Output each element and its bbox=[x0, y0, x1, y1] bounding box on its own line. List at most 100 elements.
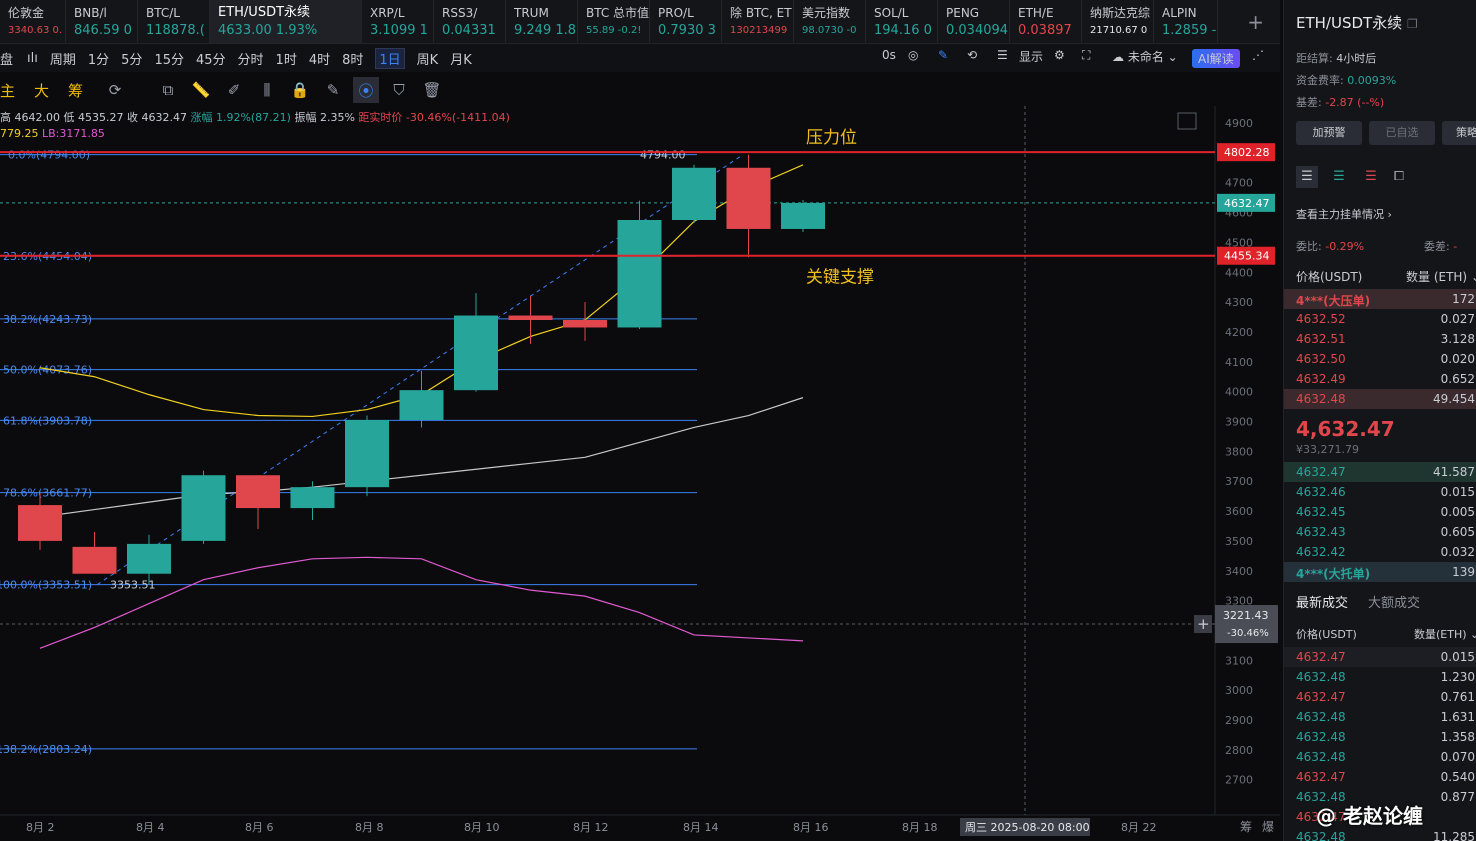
interval-6[interactable]: 45分 bbox=[196, 49, 226, 68]
bid-row[interactable]: 4632.46 0.015 bbox=[1284, 482, 1476, 502]
filter-icon[interactable]: ⛉ bbox=[386, 77, 412, 103]
pen-icon[interactable]: ✎ bbox=[938, 48, 948, 62]
candle-body[interactable] bbox=[726, 167, 771, 229]
ask-row[interactable]: 4632.51 3.128 bbox=[1284, 329, 1476, 349]
copy-icon[interactable]: ❐ bbox=[1407, 17, 1418, 31]
interval-12[interactable]: 周K bbox=[417, 49, 439, 68]
bid-price: 4632.46 bbox=[1296, 485, 1346, 499]
interval-11[interactable]: 1日 bbox=[375, 47, 405, 69]
candle-body[interactable] bbox=[399, 390, 444, 421]
candle-body[interactable] bbox=[508, 315, 553, 321]
ticker-tab[interactable]: ETH/E 0.03897 bbox=[1010, 0, 1082, 43]
ask-row[interactable]: 4632.49 0.652 bbox=[1284, 369, 1476, 389]
ruler-icon[interactable]: 📏 bbox=[188, 77, 214, 103]
copy-icon[interactable]: ⧉ bbox=[155, 77, 181, 103]
candle-tool-icon[interactable]: ⫼ bbox=[254, 77, 280, 103]
bid-row[interactable]: 4632.42 0.032 bbox=[1284, 542, 1476, 562]
share-icon[interactable]: ⋰ bbox=[1252, 48, 1264, 62]
undo-icon[interactable]: ⟲ bbox=[967, 48, 977, 62]
price-chart[interactable]: 4900480047004600450044004300420041004000… bbox=[0, 106, 1280, 841]
lock-icon[interactable]: 🔒 bbox=[287, 77, 313, 103]
bid-row[interactable]: 4632.43 0.605 bbox=[1284, 522, 1476, 542]
ticker-tab[interactable]: TRUM 9.249 1.8 bbox=[506, 0, 578, 43]
candle-body[interactable] bbox=[127, 543, 171, 574]
big-indicator-toggle[interactable]: 大 bbox=[34, 80, 62, 101]
camera-icon[interactable]: ◎ bbox=[908, 48, 918, 62]
add-ticker-icon[interactable]: + bbox=[1247, 10, 1264, 34]
ask-row[interactable]: 4***(大压单) 172 bbox=[1284, 289, 1476, 309]
candle-body[interactable] bbox=[781, 202, 825, 229]
orderbook-bids-icon[interactable]: ☰ bbox=[1328, 166, 1350, 188]
ticker-tab[interactable]: PENG 0.034094 bbox=[938, 0, 1010, 43]
brush-icon[interactable]: ✐ bbox=[221, 77, 247, 103]
bid-row[interactable]: 4632.45 0.005 bbox=[1284, 502, 1476, 522]
interval-3[interactable]: 1分 bbox=[88, 49, 109, 68]
crosshair-plus-icon[interactable]: + bbox=[1197, 615, 1210, 633]
bid-row[interactable]: 4632.47 41.587 bbox=[1284, 462, 1476, 482]
interval-8[interactable]: 1时 bbox=[276, 49, 297, 68]
interval-9[interactable]: 4时 bbox=[309, 49, 330, 68]
candle-body[interactable] bbox=[454, 315, 498, 391]
ticker-tab[interactable]: RSS3/0.04331 bbox=[434, 0, 506, 43]
trade-qty-header[interactable]: 数量(ETH) ⌄ bbox=[1414, 626, 1476, 642]
interval-10[interactable]: 8时 bbox=[342, 49, 363, 68]
ticker-tab[interactable]: 纳斯达克综 21710.67 0 bbox=[1082, 0, 1154, 43]
candlestick-chart-svg[interactable]: 4900480047004600450044004300420041004000… bbox=[0, 106, 1280, 841]
ticker-tab[interactable]: XRP/L 3.1099 1 bbox=[362, 0, 434, 43]
chip-indicator-toggle[interactable]: 筹 bbox=[68, 80, 96, 101]
replay-icon[interactable]: ⟳ bbox=[102, 77, 128, 103]
candle-body[interactable] bbox=[345, 420, 389, 488]
orderbook-asks-icon[interactable]: ☰ bbox=[1360, 166, 1382, 188]
ticker-tab[interactable]: BTC 总市值 55.89 -0.2! bbox=[578, 0, 650, 43]
interval-2[interactable]: 周期 bbox=[50, 49, 76, 68]
candle-body[interactable] bbox=[72, 546, 117, 574]
interval-7[interactable]: 分时 bbox=[238, 49, 264, 68]
ticker-tab[interactable]: PRO/L 0.7930 3 bbox=[650, 0, 722, 43]
candle-body[interactable] bbox=[563, 320, 607, 328]
fullscreen-icon[interactable]: ⛶ bbox=[1082, 48, 1090, 63]
cloud-layout-button[interactable]: ☁ 未命名 ⌄ bbox=[1112, 48, 1178, 65]
interval-5[interactable]: 15分 bbox=[154, 49, 184, 68]
depth-link[interactable]: 查看主力挂单情况 › bbox=[1296, 206, 1392, 222]
ask-row[interactable]: 4632.50 0.020 bbox=[1284, 349, 1476, 369]
ask-row[interactable]: 4632.52 0.027 bbox=[1284, 309, 1476, 329]
ticker-tab[interactable]: BNB/l 846.59 0 bbox=[66, 0, 138, 43]
high-value: 高 4642.00 bbox=[0, 111, 60, 124]
bid-row[interactable]: 4***(大托单) 139 bbox=[1284, 562, 1476, 582]
ticker-tab[interactable]: 美元指数 98.0730 -0 bbox=[794, 0, 866, 43]
candle-body[interactable] bbox=[617, 220, 662, 328]
ticker-tab[interactable]: BTC/L 118878.( bbox=[138, 0, 210, 43]
interval-4[interactable]: 5分 bbox=[121, 49, 142, 68]
add-alert-button[interactable]: 加预警 bbox=[1296, 121, 1362, 145]
display-button[interactable]: 显示 bbox=[1019, 48, 1043, 65]
candle-body[interactable] bbox=[236, 475, 280, 509]
orderbook-both-icon[interactable]: ☰ bbox=[1296, 166, 1318, 188]
main-indicator-toggle[interactable]: 主 bbox=[0, 80, 28, 101]
tab-latest-trades[interactable]: 最新成交 bbox=[1296, 592, 1348, 611]
orderbook-popout-icon[interactable]: ⧠ bbox=[1388, 166, 1410, 188]
ob-qty-header[interactable]: 数量 (ETH) ⌄ bbox=[1406, 268, 1476, 285]
list-icon[interactable]: ☰ bbox=[997, 48, 1008, 62]
watchlist-button[interactable]: 已自选 bbox=[1369, 121, 1435, 145]
interval-0[interactable]: 盘 bbox=[0, 49, 13, 68]
chart-layout-icon[interactable] bbox=[1177, 112, 1197, 130]
edit-icon[interactable]: ✎ bbox=[320, 77, 346, 103]
interval-1[interactable]: ılı bbox=[27, 51, 38, 66]
candle-body[interactable] bbox=[672, 167, 716, 221]
ticker-tab[interactable]: ETH/USDT永续 4633.00 1.93% bbox=[210, 0, 362, 43]
ai-interpret-button[interactable]: AI解读 bbox=[1192, 49, 1240, 68]
strategy-button[interactable]: 策略 bbox=[1442, 121, 1476, 145]
candle-body[interactable] bbox=[181, 475, 226, 541]
candle-body[interactable] bbox=[290, 487, 335, 509]
candle-body[interactable] bbox=[18, 505, 62, 541]
magnet-icon[interactable]: ⦿ bbox=[353, 77, 379, 103]
ticker-tab[interactable]: 除 BTC, ET 130213499 bbox=[722, 0, 794, 43]
settings-icon[interactable]: ⚙ bbox=[1054, 48, 1065, 62]
ticker-tab[interactable]: 伦敦金 3340.63 0. bbox=[0, 0, 66, 43]
ticker-tab[interactable]: SOL/L 194.16 0 bbox=[866, 0, 938, 43]
trash-icon[interactable]: 🗑 bbox=[419, 77, 445, 103]
interval-13[interactable]: 月K bbox=[450, 49, 472, 68]
ask-row[interactable]: 4632.48 49.454 bbox=[1284, 389, 1476, 409]
ticker-tab[interactable]: ALPIN 1.2859 - bbox=[1154, 0, 1218, 43]
tab-large-trades[interactable]: 大额成交 bbox=[1368, 592, 1420, 611]
